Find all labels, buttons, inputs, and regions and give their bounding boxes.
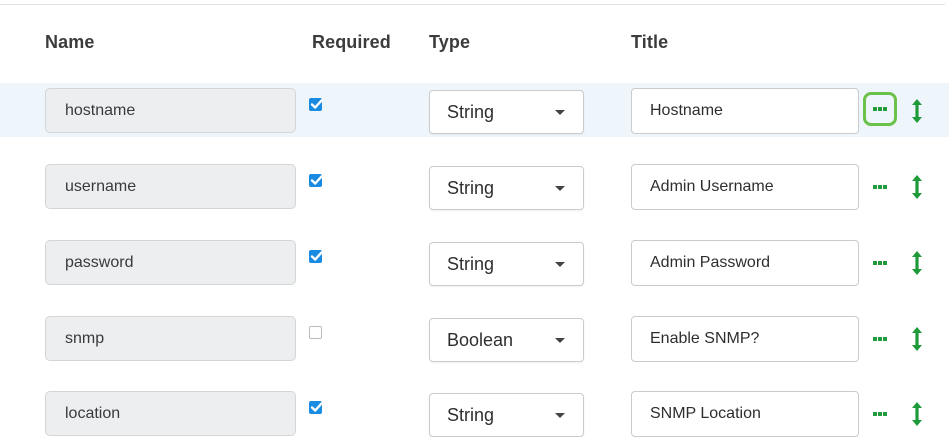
variable-name-field[interactable]: hostname xyxy=(45,88,296,133)
title-input[interactable]: SNMP Location xyxy=(631,391,859,437)
table-row: snmp Boolean Enable SNMP? xyxy=(0,311,949,365)
caret-down-icon xyxy=(555,186,565,191)
more-options-button[interactable] xyxy=(864,398,896,430)
type-select-value: String xyxy=(447,102,495,122)
caret-down-icon xyxy=(555,338,565,343)
table-row: password String Admin Password xyxy=(0,235,949,289)
caret-down-icon xyxy=(555,262,565,267)
type-select-value: String xyxy=(447,178,495,198)
table-row: username String Admin Username xyxy=(0,159,949,213)
variables-table: Name Required Type Title hostname String… xyxy=(0,0,949,437)
type-select[interactable]: String xyxy=(429,242,584,286)
more-options-button[interactable] xyxy=(864,323,896,355)
vertical-arrows-icon[interactable] xyxy=(910,326,924,352)
ellipsis-icon xyxy=(873,107,887,111)
caret-down-icon xyxy=(555,110,565,115)
type-select[interactable]: Boolean xyxy=(429,318,584,362)
required-checkbox[interactable] xyxy=(306,95,326,115)
ellipsis-icon xyxy=(873,261,887,265)
variable-name-field[interactable]: snmp xyxy=(45,316,296,361)
checkmark-icon xyxy=(309,174,323,187)
type-select-value: Boolean xyxy=(447,330,514,350)
title-input[interactable]: Admin Password xyxy=(631,240,859,286)
vertical-arrows-icon[interactable] xyxy=(910,401,924,427)
caret-down-icon xyxy=(555,413,565,418)
table-row: location String SNMP Location xyxy=(0,386,949,437)
type-select[interactable]: String xyxy=(429,393,584,437)
vertical-arrows-icon[interactable] xyxy=(910,250,924,276)
checkmark-icon xyxy=(309,250,323,263)
table-body: hostname String Hostname username String… xyxy=(0,0,949,437)
type-select[interactable]: String xyxy=(429,90,584,134)
ellipsis-icon xyxy=(873,412,887,416)
required-checkbox[interactable] xyxy=(306,323,326,343)
type-select-value: String xyxy=(447,405,495,425)
table-row: hostname String Hostname xyxy=(0,83,949,137)
title-input[interactable]: Hostname xyxy=(631,88,859,134)
vertical-arrows-icon[interactable] xyxy=(910,98,924,124)
checkmark-icon xyxy=(309,326,322,339)
more-options-button[interactable] xyxy=(864,247,896,279)
variable-name-field[interactable]: password xyxy=(45,240,296,285)
ellipsis-icon xyxy=(873,185,887,189)
variable-name-field[interactable]: username xyxy=(45,164,296,209)
type-select-value: String xyxy=(447,254,495,274)
required-checkbox[interactable] xyxy=(306,398,326,418)
more-options-button[interactable] xyxy=(864,171,896,203)
title-input[interactable]: Enable SNMP? xyxy=(631,316,859,362)
checkmark-icon xyxy=(309,401,323,414)
required-checkbox[interactable] xyxy=(306,171,326,191)
vertical-arrows-icon[interactable] xyxy=(910,174,924,200)
variable-name-field[interactable]: location xyxy=(45,391,296,436)
ellipsis-icon xyxy=(873,337,887,341)
checkmark-icon xyxy=(309,98,323,111)
more-options-button[interactable] xyxy=(863,92,897,126)
title-input[interactable]: Admin Username xyxy=(631,164,859,210)
type-select[interactable]: String xyxy=(429,166,584,210)
required-checkbox[interactable] xyxy=(306,247,326,267)
